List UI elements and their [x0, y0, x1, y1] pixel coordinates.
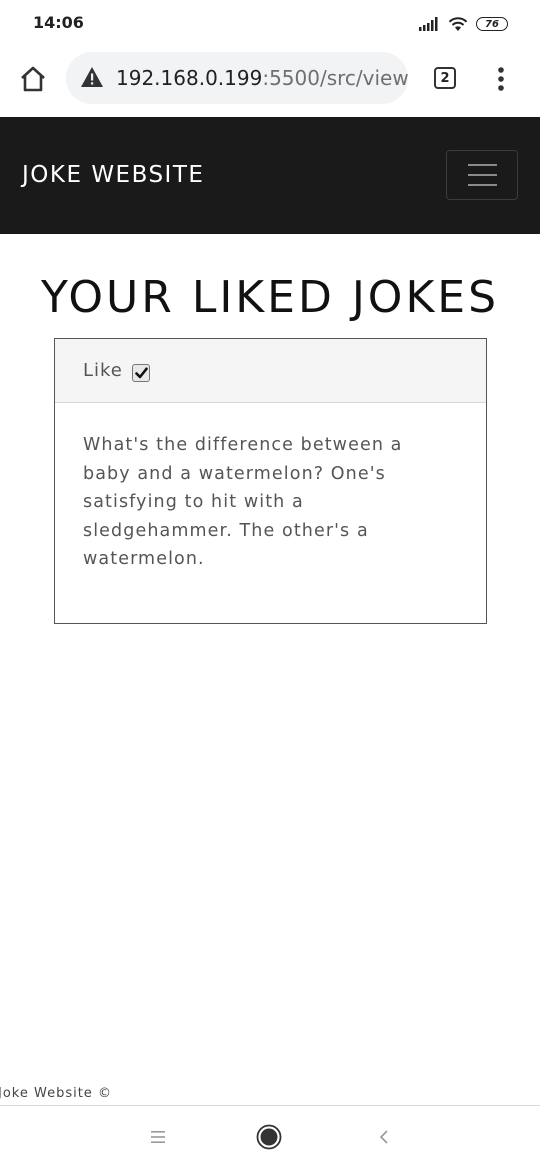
tab-count: 2	[440, 70, 450, 86]
home-circle-icon[interactable]	[256, 1124, 282, 1150]
footer-text: Joke Website ©	[0, 1086, 112, 1101]
signal-icon	[419, 17, 438, 31]
joke-card-header: Like	[55, 339, 486, 403]
battery-icon: 76	[476, 17, 508, 31]
hamburger-icon	[468, 164, 497, 186]
navbar: JOKE WEBSITE	[0, 117, 540, 234]
url-text[interactable]: 192.168.0.199:5500/src/view	[116, 66, 408, 90]
brand-link[interactable]: JOKE WEBSITE	[22, 162, 204, 188]
home-icon[interactable]	[18, 64, 48, 94]
system-nav-bar	[0, 1106, 540, 1170]
tabs-button[interactable]: 2	[434, 67, 456, 89]
status-icons: 76	[418, 15, 508, 33]
url-host: 192.168.0.199	[116, 66, 263, 90]
navbar-toggler-button[interactable]	[446, 150, 518, 200]
status-time: 14:06	[33, 13, 84, 32]
status-bar: 14:06 76	[0, 0, 540, 48]
like-label: Like	[83, 360, 123, 381]
address-bar[interactable]: 192.168.0.199:5500/src/view	[66, 52, 408, 104]
recents-icon[interactable]	[150, 1130, 166, 1144]
like-checkbox[interactable]	[132, 364, 150, 382]
warning-icon[interactable]	[80, 66, 104, 88]
joke-text: What's the difference between a baby and…	[83, 435, 403, 570]
checkmark-icon	[134, 367, 148, 379]
wifi-icon	[448, 17, 468, 31]
url-path: :5500/src/view	[262, 66, 408, 90]
more-vert-icon[interactable]	[491, 64, 511, 94]
battery-level: 76	[485, 18, 499, 30]
page-title: YOUR LIKED JOKES	[40, 272, 500, 323]
browser-toolbar: 192.168.0.199:5500/src/view 2	[0, 48, 540, 116]
joke-card: Like What's the difference between a bab…	[54, 338, 487, 624]
back-icon[interactable]	[378, 1129, 390, 1145]
